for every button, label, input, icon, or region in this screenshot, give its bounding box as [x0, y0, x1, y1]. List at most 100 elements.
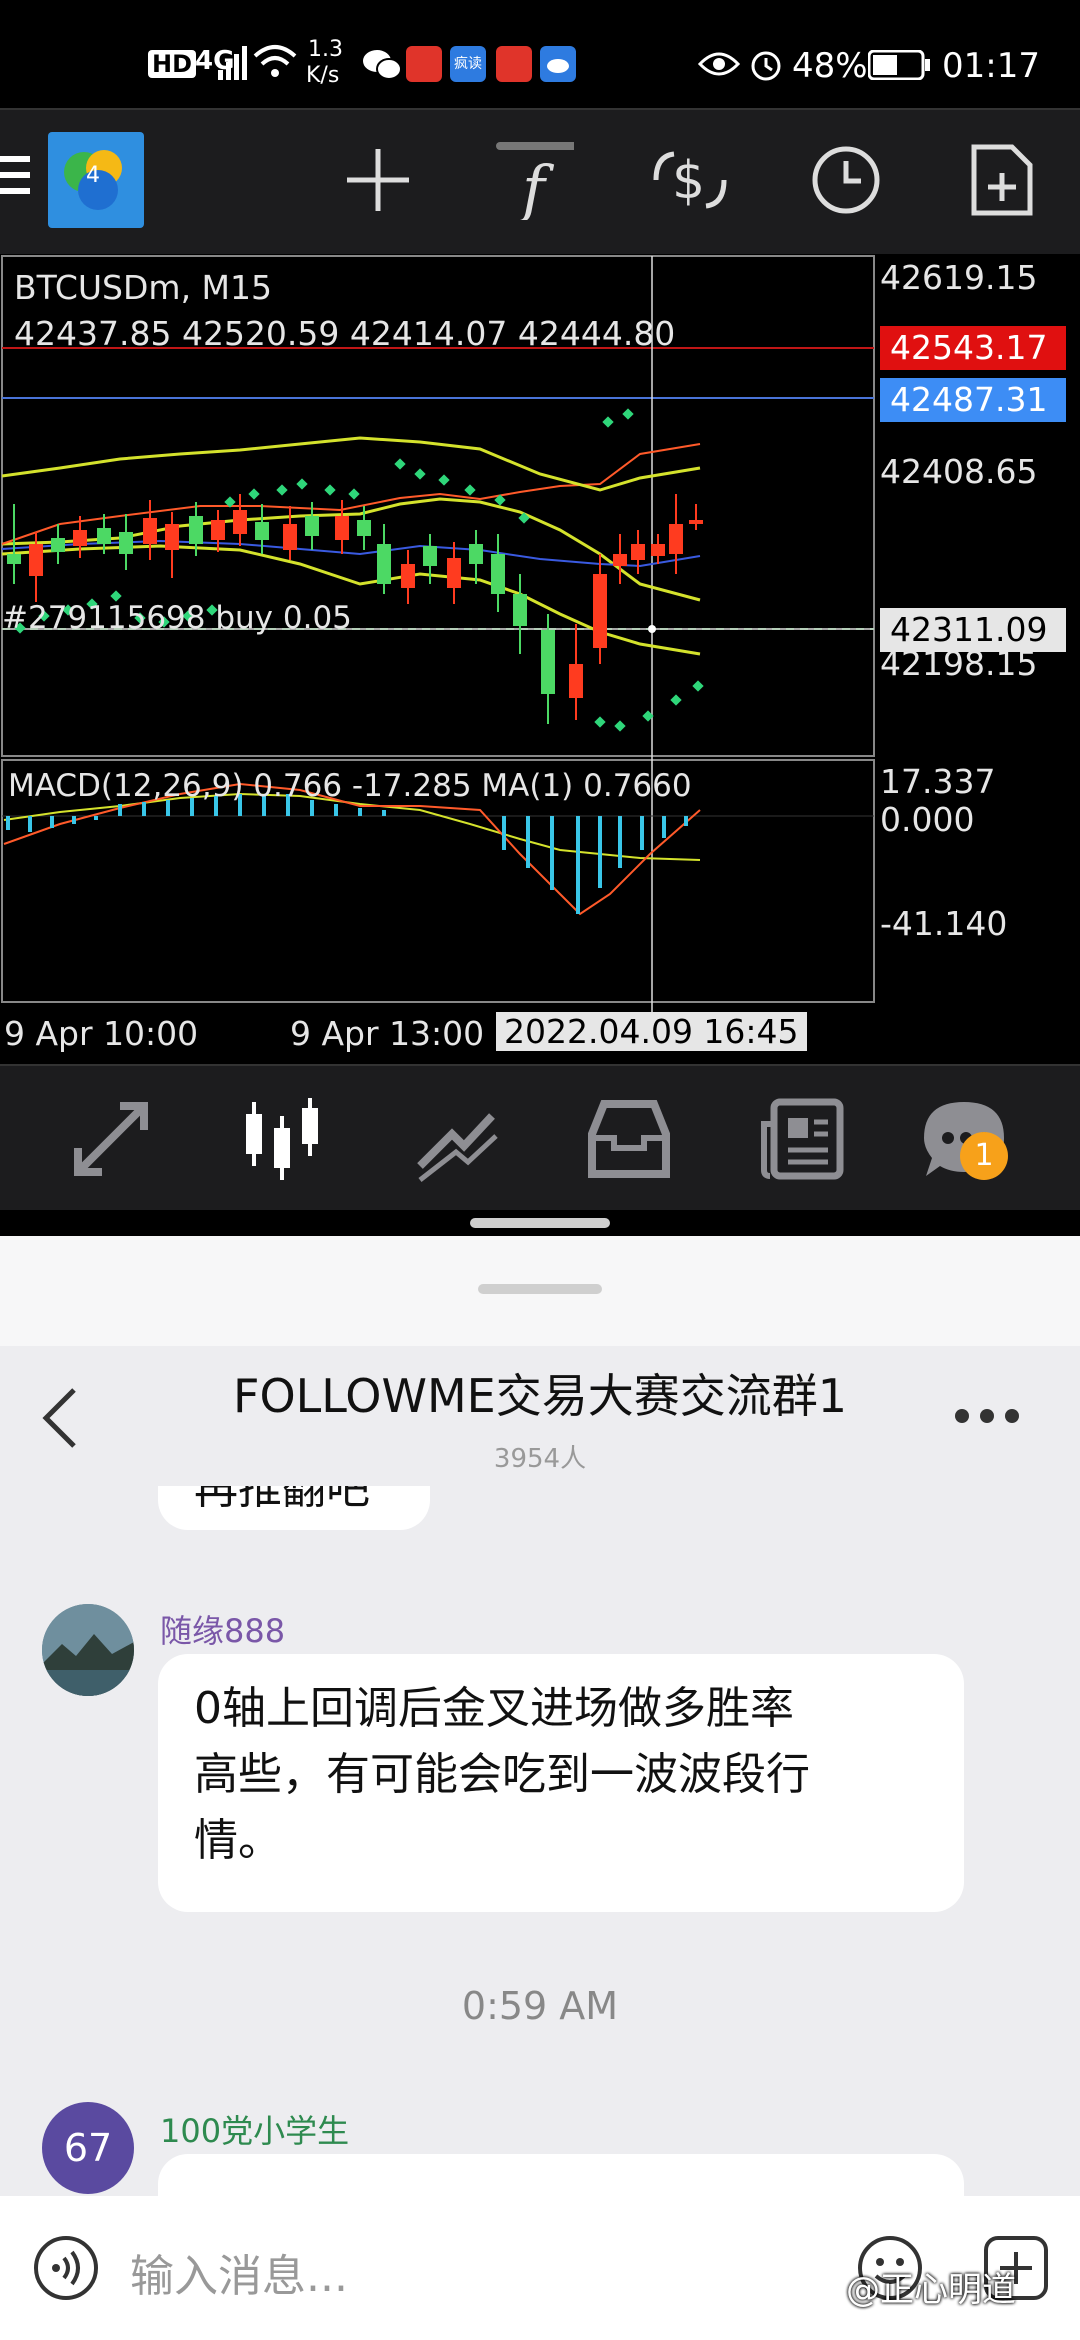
cloud-app-icon: [540, 46, 576, 82]
candle-body: [233, 510, 247, 534]
sar-dot: [622, 408, 634, 420]
battery-percent: 48%: [792, 46, 868, 86]
nav-chart[interactable]: [238, 1094, 328, 1184]
nav-history[interactable]: [584, 1094, 674, 1184]
clipped-message-area: 再推翻吧: [0, 1486, 1080, 1546]
cell-signal-icon: [218, 46, 247, 80]
message-bubble-clip: [158, 2154, 964, 2196]
price-chart[interactable]: BTCUSDm, M15 42437.85 42520.59 42414.07 …: [0, 254, 1080, 1064]
sar-dot: [692, 680, 704, 692]
candle-body: [211, 520, 225, 540]
time-label-1: 9 Apr 10:00: [4, 1014, 199, 1053]
message-timestamp: 0:59 AM: [461, 1984, 619, 2028]
nav-news[interactable]: [758, 1094, 848, 1184]
metatrader-logo-icon: 4: [48, 132, 144, 228]
message-input-bar: 输入消息... @正心明道: [0, 2196, 1080, 2340]
app-heart-icon-2: [496, 46, 532, 82]
group-title: FOLLOWME交易大赛交流群1: [233, 1369, 847, 1423]
quotes-arrows-icon: [74, 1102, 148, 1176]
eye-icon: [698, 52, 740, 76]
candle-body: [165, 524, 179, 550]
candle-body: [335, 516, 349, 540]
chart-ohlc: 42437.85 42520.59 42414.07 42444.80: [14, 314, 676, 353]
candlestick-chart-icon: [246, 1098, 318, 1180]
mt-bottom-nav: 1: [0, 1064, 1080, 1212]
net-speed-unit: K/s: [306, 63, 340, 88]
status-bar: HD 4G 1.3 K/s 疯读 48% 01:17: [0, 0, 1080, 108]
candle-body: [73, 530, 87, 546]
candle-body: [7, 554, 21, 564]
net-speed-value: 1.3: [308, 37, 343, 62]
mt-toolbar: 4 f $: [0, 108, 1080, 256]
sar-dot: [348, 488, 360, 500]
candle-body: [357, 520, 371, 536]
landscape-avatar-icon: [42, 1604, 134, 1696]
cursor-price-tag: 42311.09: [880, 608, 1066, 652]
candle-body: [377, 544, 391, 584]
sar-dot: [670, 694, 682, 706]
sar-dot: [602, 416, 614, 428]
sar-dot: [464, 484, 476, 496]
sheet-drag-handle[interactable]: [478, 1284, 602, 1294]
candle-body: [541, 630, 555, 694]
candle-body: [491, 554, 505, 594]
crosshair-button[interactable]: [338, 140, 418, 220]
candle-body: [689, 520, 703, 524]
candle-body: [29, 544, 43, 576]
candle-body: [613, 554, 627, 566]
nav-trade[interactable]: [412, 1094, 502, 1184]
candle-body: [305, 516, 319, 536]
new-order-button[interactable]: [962, 140, 1042, 220]
chart-symbol: BTCUSDm, M15: [14, 268, 273, 307]
trade-button[interactable]: $: [650, 140, 730, 220]
macd-scale-bottom: -41.140: [880, 904, 1008, 943]
menu-icon[interactable]: [0, 156, 30, 194]
news-icon: [761, 1098, 844, 1180]
avatar[interactable]: 67: [42, 2102, 134, 2194]
message-username[interactable]: 随缘888: [160, 1606, 285, 1652]
avatar[interactable]: [42, 1604, 134, 1696]
sar-dot: [594, 716, 606, 728]
message-bubble[interactable]: 0轴上回调后金叉进场做多胜率 高些，有可能会吃到一波波段行 情。: [158, 1654, 964, 1912]
crosshair-icon: [347, 149, 409, 211]
nav-messages[interactable]: 1: [920, 1094, 1010, 1184]
message-line-1: 0轴上回调后金叉进场做多胜率: [194, 1683, 794, 1734]
message-line-2: 高些，有可能会吃到一波波段行: [194, 1749, 810, 1800]
candle-body: [631, 544, 645, 560]
candle-body: [255, 522, 269, 540]
message-username[interactable]: 100党小学生: [160, 2106, 349, 2152]
candle-body: [119, 532, 133, 554]
message-bubble[interactable]: [158, 2154, 964, 2196]
sar-dot: [296, 478, 308, 490]
indicators-button[interactable]: f: [494, 140, 574, 220]
candle-body: [283, 524, 297, 550]
candle-body: [97, 528, 111, 544]
wifi-icon: [253, 45, 297, 77]
battery-icon: [868, 50, 930, 80]
message-input[interactable]: 输入消息...: [130, 2240, 348, 2304]
sar-dot: [324, 484, 336, 496]
app-reader-icon: 疯读: [450, 46, 486, 82]
trade-dollar-icon: $: [653, 151, 727, 211]
clock-icon: [812, 146, 880, 214]
candle-body: [513, 594, 527, 626]
price-label-top: 42619.15: [880, 258, 1038, 297]
macd-scale-top: 17.337: [880, 762, 996, 801]
timeframe-button[interactable]: [806, 140, 886, 220]
candle-body: [669, 524, 683, 554]
more-options-icon[interactable]: [952, 1404, 1022, 1428]
message-bubble-partial[interactable]: 再推翻吧: [158, 1486, 430, 1530]
nav-quotes[interactable]: [66, 1094, 156, 1184]
sar-dot: [414, 468, 426, 480]
candle-body: [189, 516, 203, 544]
price-label-mid: 42408.65: [880, 452, 1038, 491]
sar-dot: [248, 488, 260, 500]
message-line-3: 情。: [194, 1815, 282, 1866]
candle-body: [51, 538, 65, 552]
split-handle[interactable]: [470, 1218, 610, 1228]
message-partial-text: 再推翻吧: [194, 1486, 370, 1514]
svg-text:f: f: [518, 152, 555, 220]
sar-dot: [394, 458, 406, 470]
macd-histogram: [6, 794, 688, 914]
voice-icon[interactable]: [32, 2234, 100, 2302]
